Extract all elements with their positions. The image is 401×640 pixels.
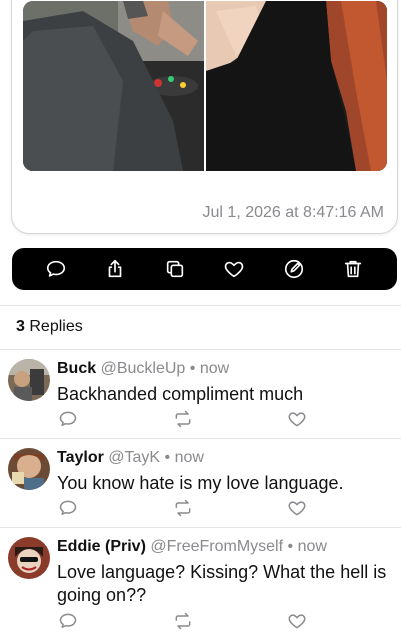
- reply-like-button[interactable]: [287, 611, 309, 633]
- reply-item[interactable]: Eddie (Priv) @FreeFromMyself • now Love …: [0, 527, 401, 640]
- reply-time: now: [174, 449, 204, 466]
- reply-time: now: [297, 538, 327, 555]
- comment-icon: [59, 613, 77, 628]
- replies-header: 3 Replies: [16, 318, 83, 336]
- heart-icon: [288, 614, 306, 629]
- post-media[interactable]: [23, 1, 387, 171]
- reply-header: Taylor @TayK • now: [57, 449, 204, 467]
- share-icon: [108, 259, 122, 278]
- copy-button[interactable]: [160, 254, 190, 284]
- replies-count: 3: [16, 318, 25, 335]
- avatar-taylor: [8, 448, 50, 490]
- heart-icon: [288, 412, 306, 427]
- reply-comment-button[interactable]: [58, 498, 80, 520]
- reply-author-name[interactable]: Taylor: [57, 449, 104, 466]
- reply-repost-button[interactable]: [173, 498, 195, 520]
- reply-like-button[interactable]: [287, 498, 309, 520]
- reply-author-handle[interactable]: @TayK: [108, 449, 160, 466]
- reply-item[interactable]: Taylor @TayK • now You know hate is my l…: [0, 438, 401, 527]
- reply-header: Buck @BuckleUp • now: [57, 360, 229, 378]
- reply-header: Eddie (Priv) @FreeFromMyself • now: [57, 538, 327, 556]
- replies-label: Replies: [29, 318, 83, 335]
- post-timestamp: Jul 1, 2026 at 8:47:16 AM: [202, 204, 384, 221]
- reply-actions: [57, 498, 312, 520]
- comment-button[interactable]: [41, 254, 71, 284]
- avatar-buck: [8, 359, 50, 401]
- reply-item[interactable]: Buck @BuckleUp • now Backhanded complime…: [0, 349, 401, 438]
- reply-comment-button[interactable]: [58, 611, 80, 633]
- reply-author-handle[interactable]: @BuckleUp: [101, 360, 186, 377]
- separator-dot: •: [189, 360, 196, 377]
- like-button[interactable]: [219, 254, 249, 284]
- avatar[interactable]: [8, 448, 50, 490]
- reply-time: now: [199, 360, 230, 377]
- heart-icon: [288, 501, 306, 516]
- reply-actions: [57, 409, 312, 431]
- photo-person-redhair: [206, 1, 387, 171]
- photo-person-headphones: [23, 1, 204, 171]
- post-card: Jul 1, 2026 at 8:47:16 AM: [11, 0, 398, 234]
- avatar-eddie: [8, 537, 50, 579]
- edit-button[interactable]: [279, 254, 309, 284]
- reply-author-name[interactable]: Buck: [57, 360, 96, 377]
- comment-icon: [59, 500, 77, 515]
- avatar[interactable]: [8, 537, 50, 579]
- reply-author-name[interactable]: Eddie (Priv): [57, 538, 146, 555]
- avatar[interactable]: [8, 359, 50, 401]
- delete-button[interactable]: [338, 254, 368, 284]
- share-button[interactable]: [100, 254, 130, 284]
- divider: [0, 305, 401, 306]
- reply-comment-button[interactable]: [58, 409, 80, 431]
- separator-dot: •: [287, 538, 294, 555]
- trash-icon: [345, 260, 362, 278]
- heart-icon: [224, 261, 244, 278]
- separator-dot: •: [164, 449, 171, 466]
- reply-text: Backhanded compliment much: [57, 384, 304, 404]
- comment-icon: [46, 260, 65, 277]
- reply-author-handle[interactable]: @FreeFromMyself: [150, 538, 283, 555]
- reply-like-button[interactable]: [287, 409, 309, 431]
- reply-repost-button[interactable]: [173, 611, 195, 633]
- post-action-bar: [12, 248, 397, 290]
- post-photo-left[interactable]: [23, 1, 204, 171]
- reply-repost-button[interactable]: [173, 409, 195, 431]
- reply-text: You know hate is my love language.: [57, 473, 344, 493]
- repost-icon: [175, 499, 191, 517]
- reply-actions: [57, 611, 312, 633]
- copy-icon: [166, 260, 183, 278]
- repost-icon: [175, 410, 191, 428]
- comment-icon: [59, 411, 77, 426]
- post-photo-right[interactable]: [206, 1, 387, 171]
- reply-text: Love language? Kissing? What the hell is…: [57, 562, 387, 605]
- repost-icon: [175, 612, 191, 630]
- edit-icon: [284, 259, 303, 279]
